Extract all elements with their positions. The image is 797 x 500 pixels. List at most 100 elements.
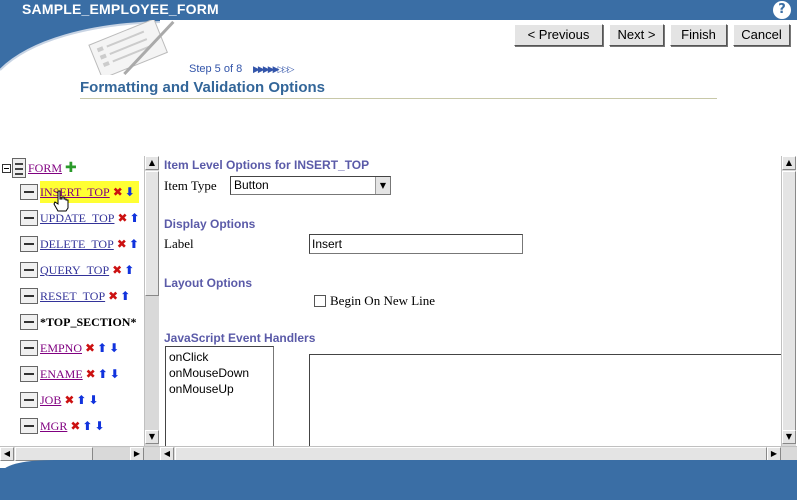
scroll-up-arrow-icon[interactable]: ▲ — [145, 156, 159, 170]
scroll-right-arrow-icon[interactable]: ▶ — [130, 447, 144, 461]
move-up-icon[interactable]: ⬆ — [76, 393, 86, 407]
delete-icon[interactable]: ✖ — [108, 289, 118, 303]
move-down-icon[interactable]: ⬇ — [94, 419, 104, 433]
item-node-icon — [20, 366, 38, 382]
move-down-icon[interactable]: ⬇ — [88, 393, 98, 407]
list-item[interactable]: onClick — [169, 349, 270, 365]
item-type-value: Button — [234, 178, 269, 192]
label-field-label: Label — [164, 236, 194, 251]
previous-button[interactable]: < Previous — [514, 24, 603, 46]
content-hscroll-thumb[interactable] — [175, 447, 767, 461]
tree-root-row: FORM ✚ — [2, 158, 77, 178]
tree-item-top-section: *TOP_SECTION* — [20, 312, 136, 332]
tree-link-reset-top[interactable]: RESET_TOP — [40, 289, 105, 304]
tree-item-insert-top: INSERT_TOP ✖ ⬇ — [20, 181, 139, 203]
item-node-icon — [20, 392, 38, 408]
delete-icon[interactable]: ✖ — [85, 341, 95, 355]
item-node-icon — [20, 262, 38, 278]
add-item-icon[interactable]: ✚ — [65, 160, 77, 176]
tree-label-top-section: *TOP_SECTION* — [40, 314, 137, 329]
list-item[interactable]: onMouseDown — [169, 365, 270, 381]
tree-item-mgr: MGR ✖ ⬆ ⬇ — [20, 416, 105, 436]
tree-link-job[interactable]: JOB — [40, 393, 61, 408]
tree-hscroll-thumb[interactable] — [15, 447, 93, 461]
item-level-options-title: Item Level Options for INSERT_TOP — [164, 158, 370, 172]
delete-icon[interactable]: ✖ — [117, 211, 127, 225]
title-divider — [80, 98, 717, 99]
tree-link-update-top[interactable]: UPDATE_TOP — [40, 211, 114, 226]
delete-icon[interactable]: ✖ — [113, 185, 123, 199]
finish-button[interactable]: Finish — [670, 24, 727, 46]
move-down-icon[interactable]: ⬇ — [109, 341, 119, 355]
label-input[interactable]: Insert — [309, 234, 523, 254]
tree-item-empno: EMPNO ✖ ⬆ ⬇ — [20, 338, 119, 358]
display-options-title: Display Options — [164, 217, 256, 231]
tree-item-delete-top: DELETE_TOP ✖ ⬆ — [20, 234, 139, 254]
tree-scroll-thumb[interactable] — [145, 171, 159, 296]
cancel-button[interactable]: Cancel — [733, 24, 790, 46]
scroll-left-arrow-icon[interactable]: ◀ — [0, 447, 14, 461]
tree-link-insert-top[interactable]: INSERT_TOP — [40, 185, 110, 200]
page-title: Formatting and Validation Options — [80, 79, 326, 96]
item-node-icon — [20, 288, 38, 304]
event-handler-code-textarea[interactable] — [309, 354, 781, 446]
js-event-handlers-title: JavaScript Event Handlers — [164, 331, 316, 345]
begin-on-new-line-label: Begin On New Line — [330, 293, 436, 308]
collapse-icon[interactable] — [2, 163, 11, 173]
footer-band — [0, 468, 797, 500]
next-button[interactable]: Next > — [609, 24, 664, 46]
delete-icon[interactable]: ✖ — [70, 419, 80, 433]
scroll-right-arrow-icon[interactable]: ▶ — [767, 447, 781, 461]
item-options-panel: Item Level Options for INSERT_TOP Item T… — [160, 156, 781, 446]
scroll-left-arrow-icon[interactable]: ◀ — [160, 447, 174, 461]
tree-item-query-top: QUERY_TOP ✖ ⬆ — [20, 260, 134, 280]
content-scroll-thumb[interactable] — [782, 171, 796, 433]
tree-item-reset-top: RESET_TOP ✖ ⬆ — [20, 286, 130, 306]
move-up-icon[interactable]: ⬆ — [124, 263, 134, 277]
tree-item-job: JOB ✖ ⬆ ⬇ — [20, 390, 99, 410]
delete-icon[interactable]: ✖ — [112, 263, 122, 277]
step-indicator-text: Step 5 of 8 — [189, 63, 243, 75]
move-down-icon[interactable]: ⬇ — [125, 185, 135, 199]
item-node-icon — [20, 210, 38, 226]
move-up-icon[interactable]: ⬆ — [130, 211, 140, 225]
layout-options-title: Layout Options — [164, 276, 252, 290]
tree-root-form-link[interactable]: FORM — [28, 161, 62, 176]
item-type-select[interactable]: Button ▼ — [230, 176, 391, 195]
window-title-bar: SAMPLE_EMPLOYEE_FORM ? — [0, 0, 797, 20]
move-up-icon[interactable]: ⬆ — [98, 367, 108, 381]
tree-vertical-scrollbar[interactable]: ▲ ▼ — [144, 156, 159, 446]
delete-icon[interactable]: ✖ — [117, 237, 127, 251]
content-vertical-scrollbar[interactable]: ▲ ▼ — [781, 156, 796, 446]
hand-cursor-icon — [53, 190, 69, 212]
item-type-label: Item Type — [164, 178, 217, 193]
step-progress-icon: ▶▶▶▶▶▷▷▷ — [253, 65, 294, 75]
tree-link-empno[interactable]: EMPNO — [40, 341, 82, 356]
list-item[interactable]: onMouseUp — [169, 381, 270, 397]
move-up-icon[interactable]: ⬆ — [129, 237, 139, 251]
tree-link-ename[interactable]: ENAME — [40, 367, 83, 382]
help-icon[interactable]: ? — [773, 1, 791, 19]
begin-on-new-line-checkbox[interactable] — [314, 295, 326, 307]
scroll-down-arrow-icon[interactable]: ▼ — [782, 430, 796, 444]
delete-icon[interactable]: ✖ — [64, 393, 74, 407]
delete-icon[interactable]: ✖ — [86, 367, 96, 381]
scroll-down-arrow-icon[interactable]: ▼ — [145, 430, 159, 444]
chevron-down-icon[interactable]: ▼ — [375, 177, 390, 194]
tree-horizontal-scrollbar[interactable]: ◀ ▶ — [0, 446, 160, 461]
clipboard-illustration-icon — [88, 20, 175, 75]
tree-link-query-top[interactable]: QUERY_TOP — [40, 263, 109, 278]
move-up-icon[interactable]: ⬆ — [120, 289, 130, 303]
tree-link-delete-top[interactable]: DELETE_TOP — [40, 237, 114, 252]
event-handler-list[interactable]: onClick onMouseDown onMouseUp — [165, 346, 274, 446]
item-tree-panel: FORM ✚ INSERT_TOP ✖ ⬇ UPDATE_TOP ✖ ⬆ DEL… — [0, 156, 144, 446]
item-node-icon — [20, 314, 38, 330]
move-up-icon[interactable]: ⬆ — [82, 419, 92, 433]
content-horizontal-scrollbar[interactable]: ◀ ▶ — [160, 446, 797, 461]
tree-item-update-top: UPDATE_TOP ✖ ⬆ — [20, 208, 140, 228]
move-down-icon[interactable]: ⬇ — [110, 367, 120, 381]
tree-item-ename: ENAME ✖ ⬆ ⬇ — [20, 364, 120, 384]
tree-link-mgr[interactable]: MGR — [40, 419, 67, 434]
scroll-up-arrow-icon[interactable]: ▲ — [782, 156, 796, 170]
move-up-icon[interactable]: ⬆ — [97, 341, 107, 355]
